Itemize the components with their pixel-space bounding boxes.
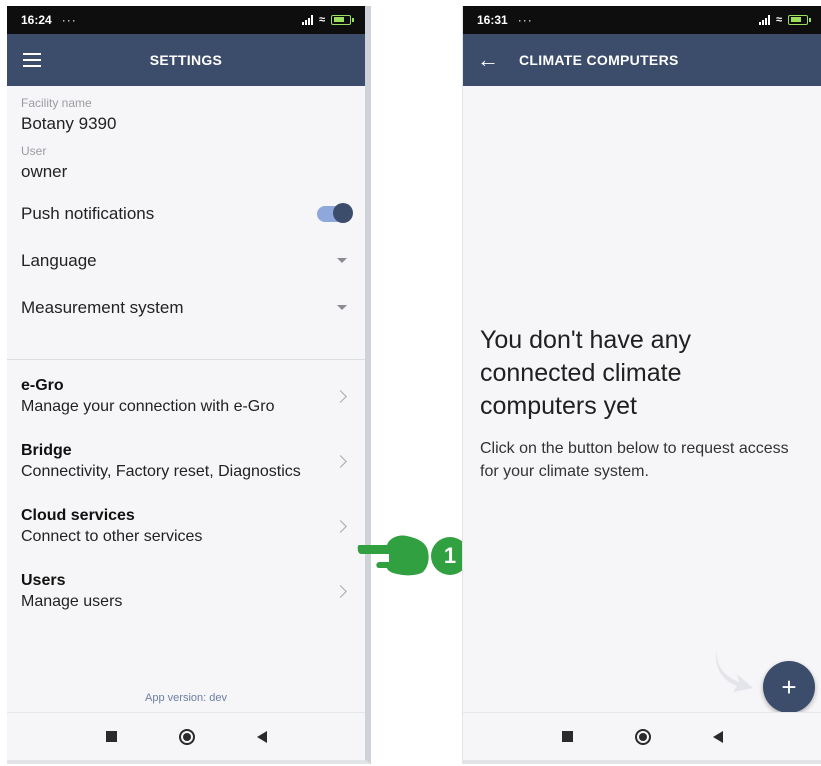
hamburger-menu-icon[interactable] <box>23 53 41 67</box>
divider <box>7 359 365 360</box>
nav-item-bridge[interactable]: Bridge Connectivity, Factory reset, Diag… <box>7 429 365 494</box>
status-time: 16:24 <box>21 13 52 27</box>
chevron-right-icon <box>334 390 347 403</box>
status-bar: 16:31 ··· ≈ <box>463 6 821 34</box>
nav-item-e-gro[interactable]: e-Gro Manage your connection with e-Gro <box>7 364 365 429</box>
facility-name-field: Facility name Botany 9390 <box>7 96 365 134</box>
nav-item-subtitle: Manage your connection with e-Gro <box>21 398 275 415</box>
user-label: User <box>21 144 47 158</box>
nav-item-users[interactable]: Users Manage users <box>7 559 365 624</box>
back-button[interactable] <box>713 730 723 743</box>
chevron-right-icon <box>334 520 347 533</box>
nav-item-title: Bridge <box>21 442 72 459</box>
home-button[interactable] <box>635 728 651 745</box>
wifi-icon: ≈ <box>775 14 782 26</box>
user-field: User owner <box>7 144 365 182</box>
status-bar: 16:24 ··· ≈ <box>7 6 365 34</box>
nav-item-subtitle: Connectivity, Factory reset, Diagnostics <box>21 463 301 480</box>
push-notifications-label: Push notifications <box>21 203 155 223</box>
hint-arrow-icon <box>715 648 753 692</box>
nav-item-title: Users <box>21 572 66 589</box>
measurement-system-select[interactable]: Measurement system <box>7 284 365 331</box>
user-value: owner <box>21 162 68 181</box>
battery-icon <box>788 15 811 25</box>
nav-item-title: Cloud services <box>21 507 135 524</box>
back-button[interactable] <box>256 730 267 743</box>
climate-computers-screen: 16:31 ··· ≈ ← CLIMATE COMPUTERS You don'… <box>462 6 821 764</box>
settings-screen: 16:24 ··· ≈ SETTINGS Facility name Botan… <box>7 6 371 764</box>
page-title: CLIMATE COMPUTERS <box>519 52 679 68</box>
push-notifications-row: Push notifications <box>7 190 365 237</box>
chevron-right-icon <box>334 455 347 468</box>
push-notifications-toggle[interactable] <box>317 202 353 223</box>
app-version: App version: dev <box>145 692 227 704</box>
chevron-right-icon <box>334 585 347 598</box>
page-title: SETTINGS <box>149 52 223 68</box>
add-climate-computer-button[interactable]: + <box>763 661 815 713</box>
empty-state: You don't have any connected climate com… <box>480 324 802 483</box>
measurement-system-label: Measurement system <box>21 297 184 317</box>
dropdown-arrow-icon <box>337 258 347 263</box>
language-label: Language <box>21 250 97 270</box>
nav-item-subtitle: Connect to other services <box>21 528 203 545</box>
settings-nav-list: e-Gro Manage your connection with e-Gro … <box>7 364 365 624</box>
empty-state-description: Click on the button below to request acc… <box>480 440 789 480</box>
recents-button[interactable] <box>562 731 573 742</box>
nav-item-title: e-Gro <box>21 377 64 394</box>
wifi-icon: ≈ <box>318 14 325 26</box>
language-select[interactable]: Language <box>7 237 365 284</box>
signal-icon <box>758 15 770 25</box>
empty-state-title: You don't have any connected climate com… <box>480 326 691 420</box>
home-button[interactable] <box>178 728 195 745</box>
pointing-hand-icon <box>357 535 429 576</box>
facility-name-label: Facility name <box>21 96 92 110</box>
system-navigation-bar <box>7 712 365 760</box>
signal-icon <box>301 15 313 25</box>
notification-dots: ··· <box>517 13 533 27</box>
nav-item-cloud-services[interactable]: Cloud services Connect to other services <box>7 494 365 559</box>
dropdown-arrow-icon <box>337 305 347 310</box>
app-bar: ← CLIMATE COMPUTERS <box>463 34 821 86</box>
nav-item-subtitle: Manage users <box>21 593 123 610</box>
facility-name-value: Botany 9390 <box>21 114 117 133</box>
recents-button[interactable] <box>105 731 117 742</box>
battery-icon <box>331 15 354 25</box>
notification-dots: ··· <box>61 13 77 27</box>
back-arrow-icon[interactable]: ← <box>477 49 499 71</box>
app-bar: SETTINGS <box>7 34 365 86</box>
status-time: 16:31 <box>477 13 508 27</box>
system-navigation-bar <box>463 712 821 760</box>
